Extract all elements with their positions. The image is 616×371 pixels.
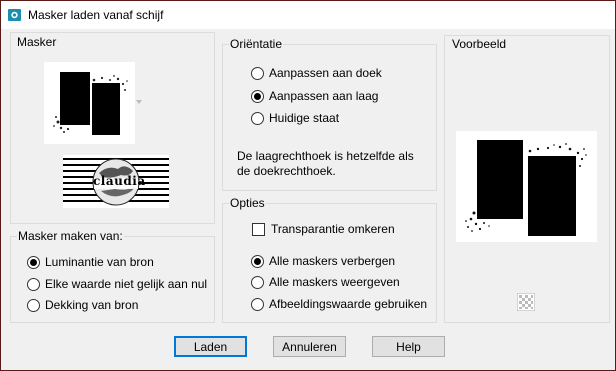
help-button[interactable]: Help [372,336,445,357]
load-button[interactable]: Laden [174,336,247,357]
mask-source-group-label: Masker maken van: [17,229,124,243]
preview-image [456,131,597,242]
radio-fit-layer[interactable]: Aanpassen aan laag [251,89,378,103]
radio-hide-all-masks-label: Alle maskers verbergen [269,254,396,268]
masker-group-label: Masker [17,35,57,49]
orientation-group-label: Oriëntatie [229,37,284,51]
orientation-note: De laagrechthoek is hetzelfde als de doe… [237,149,414,179]
radio-fit-canvas[interactable]: Aanpassen aan doek [251,66,382,80]
title-bar: Masker laden vanaf schijf [1,1,615,29]
mask-thumbnail-image [53,72,128,135]
radio-circle [251,297,264,311]
radio-circle [27,255,40,269]
mask-thumbnail[interactable] [44,62,135,144]
window-title: Masker laden vanaf schijf [28,8,164,22]
radio-hide-all-masks[interactable]: Alle maskers verbergen [251,254,395,268]
orientation-note-line1: De laagrechthoek is hetzelfde als [237,149,414,163]
transparency-checker-icon[interactable] [517,293,535,311]
radio-fit-layer-label: Aanpassen aan laag [269,89,379,103]
chevron-down-icon[interactable] [136,100,142,105]
radio-nonzero[interactable]: Elke waarde niet gelijk aan nul [27,277,207,291]
radio-circle [27,298,40,312]
radio-opacity-label: Dekking van bron [45,298,139,312]
radio-circle [251,89,264,103]
invert-transparency-checkbox[interactable]: Transparantie omkeren [252,222,395,236]
radio-current-state[interactable]: Huidige staat [251,111,339,125]
radio-show-all-masks-label: Alle maskers weergeven [269,275,400,289]
orientation-note-line2: de doekrechthoek. [237,164,336,178]
radio-use-image-value[interactable]: Afbeeldingswaarde gebruiken [251,297,427,311]
dialog-window: Masker laden vanaf schijf Masker claudia… [0,0,616,371]
radio-circle [27,277,40,291]
checkbox-box [252,222,265,236]
radio-circle [251,66,264,80]
options-group-label: Opties [229,196,266,210]
preview-mask-image [465,140,587,236]
radio-nonzero-label: Elke waarde niet gelijk aan nul [45,277,208,291]
radio-fit-canvas-label: Aanpassen aan doek [269,66,382,80]
cancel-button[interactable]: Annuleren [273,336,346,357]
claudia-logo-box: claudia [63,155,169,208]
radio-opacity[interactable]: Dekking van bron [27,298,138,312]
invert-transparency-label: Transparantie omkeren [271,222,395,236]
radio-luminance[interactable]: Luminantie van bron [27,255,154,269]
radio-circle [251,111,264,125]
radio-show-all-masks[interactable]: Alle maskers weergeven [251,275,400,289]
radio-circle [251,275,264,289]
radio-use-image-value-label: Afbeeldingswaarde gebruiken [269,297,428,311]
radio-circle [251,254,264,268]
preview-group-label: Voorbeeld [452,37,507,51]
app-icon [8,9,21,21]
radio-luminance-label: Luminantie van bron [45,255,154,269]
radio-current-state-label: Huidige staat [269,111,340,125]
claudia-logo-text: claudia [93,174,146,188]
